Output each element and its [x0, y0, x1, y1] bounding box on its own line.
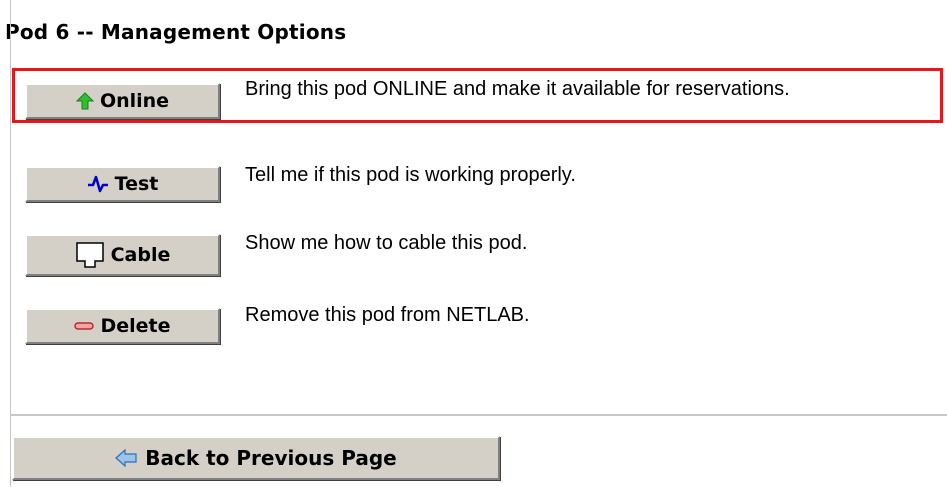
test-description: Tell me if this pod is working properly.	[245, 164, 576, 186]
page-title: Pod 6 -- Management Options	[5, 20, 347, 44]
option-row-cable: Cable Show me how to cable this pod.	[0, 222, 947, 282]
minus-bar-icon	[74, 321, 95, 331]
footer-divider	[10, 414, 947, 416]
cable-port-icon	[75, 241, 105, 269]
cable-button[interactable]: Cable	[25, 234, 220, 276]
online-description: Bring this pod ONLINE and make it availa…	[245, 78, 790, 100]
online-button-label: Online	[99, 90, 170, 112]
delete-button-label: Delete	[100, 315, 171, 337]
back-to-previous-page-button[interactable]: Back to Previous Page	[12, 436, 500, 480]
management-options-page: Pod 6 -- Management Options Online Bring…	[0, 0, 947, 487]
cable-button-label: Cable	[110, 244, 171, 266]
test-button-label: Test	[114, 173, 159, 195]
delete-description: Remove this pod from NETLAB.	[245, 304, 530, 326]
back-button-label: Back to Previous Page	[145, 446, 397, 470]
option-row-online: Online Bring this pod ONLINE and make it…	[0, 72, 947, 132]
cable-description: Show me how to cable this pod.	[245, 232, 528, 254]
online-button[interactable]: Online	[25, 83, 220, 119]
pulse-wave-icon	[87, 175, 109, 193]
delete-button[interactable]: Delete	[25, 308, 220, 344]
green-up-arrow-icon	[75, 92, 94, 110]
blue-left-arrow-icon	[115, 449, 137, 467]
option-row-delete: Delete Remove this pod from NETLAB.	[0, 300, 947, 360]
test-button[interactable]: Test	[25, 166, 220, 202]
option-row-test: Test Tell me if this pod is working prop…	[0, 154, 947, 214]
